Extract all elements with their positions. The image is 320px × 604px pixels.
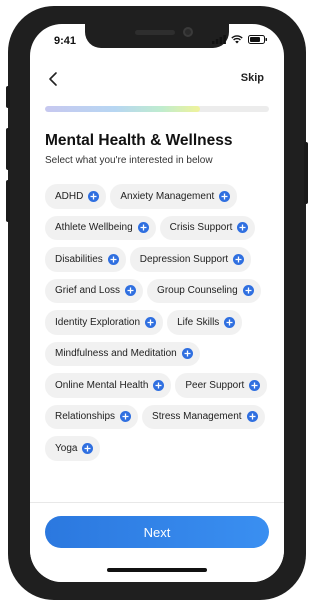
volume-up-button	[6, 128, 10, 170]
page-title: Mental Health & Wellness	[45, 132, 233, 149]
plus-icon	[145, 316, 157, 328]
plus-icon	[107, 253, 119, 265]
topic-chip[interactable]: Athlete Wellbeing	[45, 215, 156, 240]
topic-chip-label: Depression Support	[139, 253, 229, 265]
speaker	[135, 30, 175, 35]
topic-chip-label: Life Skills	[177, 316, 220, 328]
topic-chip[interactable]: Group Counseling	[147, 278, 261, 303]
topic-chip[interactable]: Depression Support	[129, 247, 252, 272]
topic-chip[interactable]: Online Mental Health	[45, 373, 172, 398]
topic-chip[interactable]: Relationships	[45, 404, 139, 429]
plus-icon	[137, 222, 149, 234]
wifi-icon	[231, 35, 243, 44]
plus-icon	[242, 285, 254, 297]
topic-chip[interactable]: Peer Support	[175, 373, 268, 398]
plus-icon	[125, 285, 137, 297]
signal-icon	[212, 35, 226, 44]
topic-chip-label: Crisis Support	[169, 222, 233, 234]
topic-chip[interactable]: Identity Exploration	[45, 310, 164, 335]
home-indicator	[107, 568, 207, 572]
topic-chip-label: Grief and Loss	[55, 285, 121, 297]
app-screen: 9:41 Skip Mental Health & Wellness Selec…	[30, 24, 284, 582]
topic-chip[interactable]: ADHD	[45, 184, 107, 209]
plus-icon	[153, 379, 165, 391]
topic-chip-list: ADHD Anxiety Management Athlete Wellbeing C…	[45, 184, 275, 514]
volume-down-button	[6, 180, 10, 222]
topic-chip-label: Yoga	[55, 442, 78, 454]
topic-chip[interactable]: Mindfulness and Meditation	[45, 341, 200, 366]
power-button	[304, 142, 308, 204]
skip-button[interactable]: Skip	[241, 72, 264, 84]
progress-fill	[45, 106, 200, 112]
plus-icon	[82, 442, 94, 454]
topic-chip[interactable]: Yoga	[45, 436, 101, 461]
topic-chip[interactable]: Disabilities	[45, 247, 126, 272]
plus-icon	[233, 253, 245, 265]
plus-icon	[88, 190, 100, 202]
topic-chip-label: Athlete Wellbeing	[55, 222, 133, 234]
status-time: 9:41	[54, 35, 77, 47]
topic-chip-label: Anxiety Management	[120, 190, 215, 202]
page-subtitle: Select what you're interested in below	[45, 155, 213, 166]
topic-chip[interactable]: Anxiety Management	[110, 184, 238, 209]
back-button[interactable]	[46, 69, 62, 89]
topic-chip[interactable]: Life Skills	[167, 310, 243, 335]
topic-chip[interactable]: Stress Management	[142, 404, 265, 429]
plus-icon	[246, 411, 258, 423]
plus-icon	[181, 348, 193, 360]
topic-chip-label: Group Counseling	[157, 285, 238, 297]
topic-chip-label: Stress Management	[152, 411, 242, 423]
topic-chip-label: Online Mental Health	[55, 379, 149, 391]
next-button[interactable]: Next	[45, 516, 269, 548]
topic-chip-label: Disabilities	[55, 253, 103, 265]
plus-icon	[120, 411, 132, 423]
topic-chip-label: Relationships	[55, 411, 116, 423]
battery-icon	[248, 35, 267, 44]
camera	[183, 27, 193, 37]
plus-icon	[224, 316, 236, 328]
progress-bar	[45, 106, 269, 112]
status-icons	[212, 35, 268, 44]
plus-icon	[237, 222, 249, 234]
mute-switch	[6, 86, 10, 108]
topic-chip-label: Peer Support	[185, 379, 245, 391]
topic-chip-label: Mindfulness and Meditation	[55, 348, 177, 360]
topic-chip[interactable]: Crisis Support	[159, 215, 256, 240]
plus-icon	[219, 190, 231, 202]
topic-chip-label: ADHD	[55, 190, 84, 202]
topic-chip-label: Identity Exploration	[55, 316, 141, 328]
chevron-left-icon	[49, 72, 57, 86]
notch	[85, 24, 229, 48]
topic-chip[interactable]: Grief and Loss	[45, 278, 144, 303]
plus-icon	[249, 379, 261, 391]
